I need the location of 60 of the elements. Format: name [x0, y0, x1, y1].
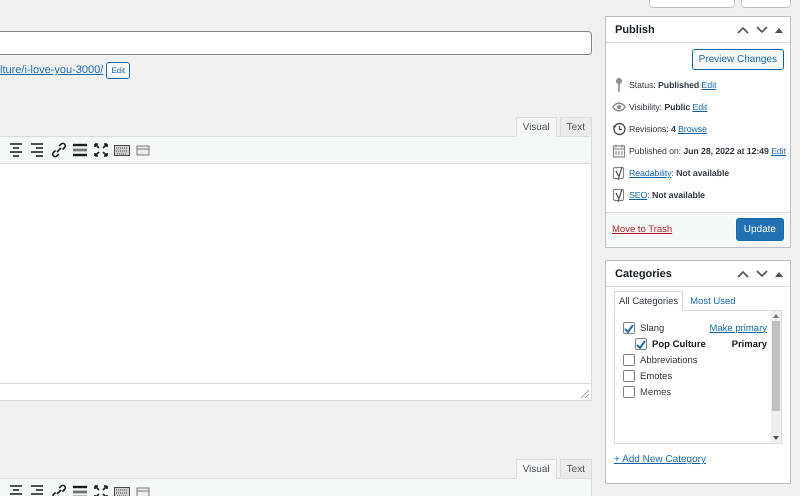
chevron-down-icon[interactable] [756, 270, 768, 278]
chevron-down-icon[interactable] [756, 26, 768, 34]
scrollbar[interactable] [771, 311, 781, 443]
category-label: Pop Culture [652, 338, 706, 350]
resize-handle-icon[interactable] [581, 390, 589, 398]
calendar-icon [612, 143, 626, 159]
publish-info-text: Revisions: 4 Browse [629, 124, 707, 134]
panel-title: Categories [615, 268, 672, 280]
chevron-up-icon[interactable] [737, 270, 749, 278]
publish-info-text: Visibility: Public Edit [629, 102, 708, 112]
checkbox[interactable] [623, 386, 635, 398]
publish-info-link[interactable]: Edit [692, 102, 708, 112]
make-primary-link[interactable]: Make primary [709, 322, 767, 334]
category-label: Memes [640, 386, 672, 398]
move-to-trash-link[interactable]: Move to Trash [612, 224, 672, 235]
preview-changes-button[interactable]: Preview Changes [692, 49, 784, 70]
permalink-link[interactable]: lture/i-love-you-3000/ [0, 64, 104, 76]
editor-tab[interactable]: Visual [516, 459, 557, 479]
link-icon[interactable] [50, 483, 68, 496]
scrollbar-thumb[interactable] [772, 321, 780, 411]
title-field[interactable] [0, 31, 592, 55]
publish-info-text: Status: Published Edit [629, 80, 716, 90]
chevron-up-icon[interactable] [737, 26, 749, 34]
publish-info-link[interactable]: Edit [771, 146, 786, 156]
scroll-down-icon[interactable] [773, 436, 779, 440]
read-more-icon[interactable] [71, 483, 89, 496]
update-button[interactable]: Update [736, 218, 784, 241]
edit-permalink-button[interactable]: Edit [106, 62, 130, 78]
category-label: Abbreviations [640, 354, 698, 366]
publish-info-link[interactable]: Readability [629, 168, 672, 178]
checkbox[interactable] [623, 370, 635, 382]
checkbox[interactable] [635, 338, 647, 350]
publish-info-text: Readability: Not available [629, 168, 730, 178]
fullscreen-icon[interactable] [92, 483, 110, 496]
panel-title: Publish [615, 24, 655, 36]
category-tab[interactable]: Most Used [685, 291, 741, 311]
yoast-icon [612, 187, 626, 203]
yoast-icon [612, 165, 626, 181]
clock-icon [612, 121, 626, 137]
publish-info-link[interactable]: Edit [702, 80, 716, 90]
editor-tab[interactable]: Visual [516, 117, 557, 137]
add-new-category-link[interactable]: + Add New Category [614, 454, 706, 465]
checkbox[interactable] [623, 354, 635, 366]
editor-tab[interactable]: Text [560, 117, 592, 137]
publish-info-link[interactable]: SEO [629, 190, 648, 200]
link-icon[interactable] [50, 141, 68, 159]
publish-info-text: SEO: Not available [629, 190, 705, 200]
category-label: Emotes [640, 370, 672, 382]
scroll-up-icon[interactable] [773, 314, 779, 318]
triangle-up-icon[interactable] [775, 270, 783, 276]
publish-info-link[interactable]: Browse [678, 124, 707, 134]
category-label: Slang [640, 322, 664, 334]
publish-info-text: Published on: Jun 28, 2022 at 12:49 Edit [629, 146, 786, 156]
category-tab[interactable]: All Categories [614, 291, 684, 311]
editor-tab[interactable]: Text [560, 459, 592, 479]
checkbox[interactable] [623, 322, 635, 334]
triangle-up-icon[interactable] [775, 26, 783, 32]
fullscreen-icon[interactable] [92, 141, 110, 159]
read-more-icon[interactable] [71, 141, 89, 159]
primary-label: Primary [732, 338, 767, 350]
